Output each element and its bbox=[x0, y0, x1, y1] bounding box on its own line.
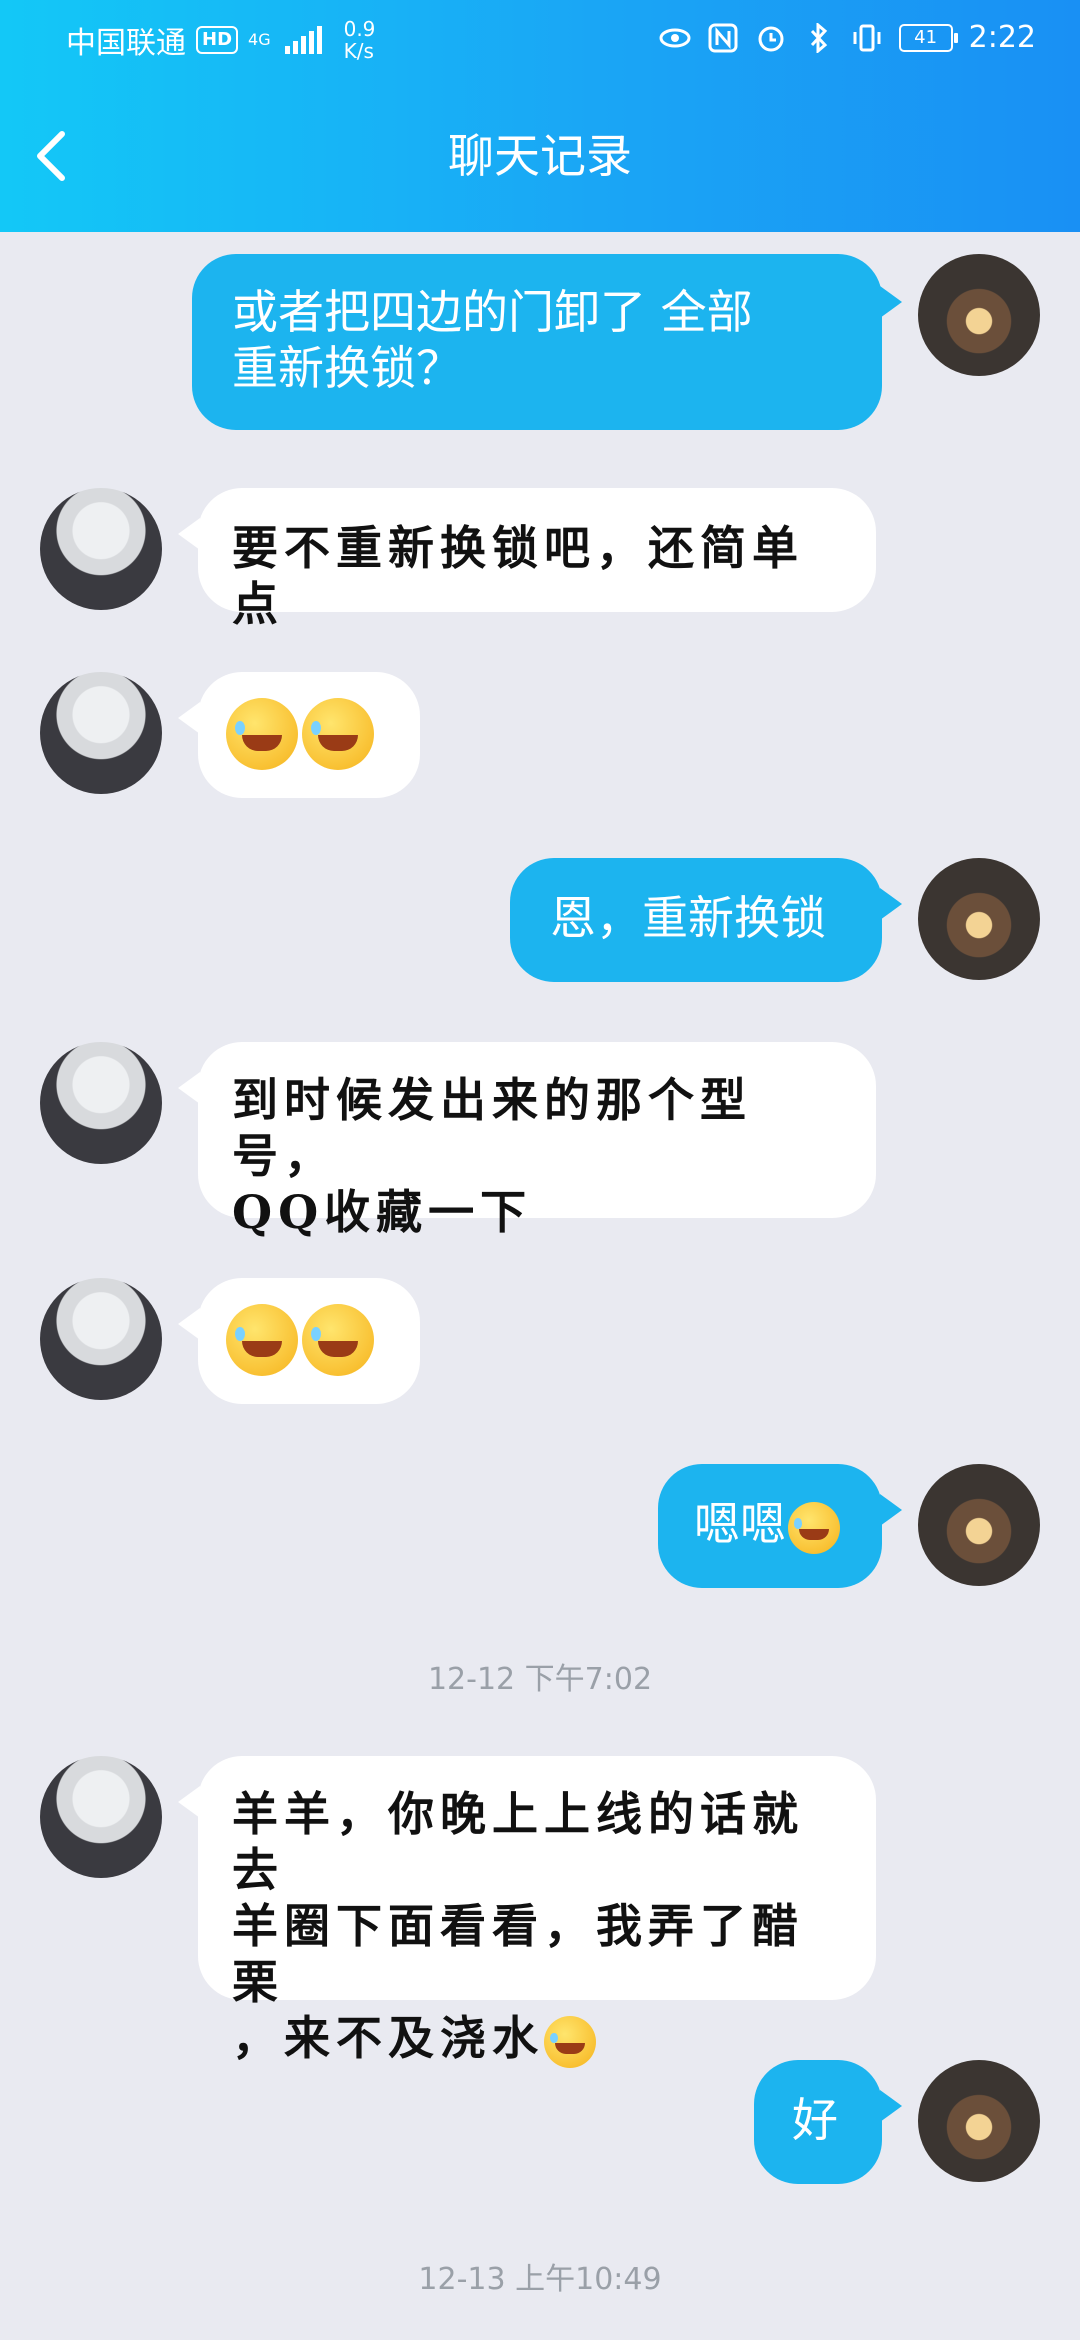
contact-avatar[interactable] bbox=[40, 1042, 162, 1164]
network-label: 4G bbox=[248, 30, 271, 49]
carrier-label: 中国联通 bbox=[66, 26, 186, 61]
facepalm-laugh-emoji bbox=[302, 698, 374, 770]
bubble-tail bbox=[178, 702, 200, 734]
bubble-tail bbox=[178, 1072, 200, 1104]
bubble-tail bbox=[880, 2090, 902, 2122]
message-text: 羊羊，你晚上上线的话就去 bbox=[232, 1787, 804, 1897]
message-text: ，来不及浇水 bbox=[232, 2011, 544, 2065]
battery-icon: 41 bbox=[898, 23, 958, 52]
signal-icon bbox=[284, 26, 322, 54]
message-bubble-received[interactable]: 要不重新换锁吧，还简单点 bbox=[198, 488, 876, 631]
message-text: 到时候发出来的那个型号， bbox=[232, 1073, 752, 1183]
timestamp: 12-13 上午10:49 bbox=[418, 2262, 662, 2297]
bubble-tail bbox=[880, 286, 902, 318]
message-bubble-received[interactable]: 羊羊，你晚上上线的话就去 羊圈下面看看，我弄了醋栗 ，来不及浇水 bbox=[198, 1756, 876, 2068]
message-text: 或者把四边的门卸了 全部 bbox=[232, 285, 753, 339]
hd-badge: HD bbox=[196, 26, 239, 54]
contact-avatar[interactable] bbox=[40, 1756, 162, 1878]
tears-of-joy-emoji bbox=[302, 1304, 374, 1376]
contact-avatar[interactable] bbox=[40, 488, 162, 610]
message-text: 好 bbox=[792, 2093, 838, 2147]
message-bubble-received[interactable] bbox=[198, 672, 420, 798]
message-bubble-received[interactable]: 到时候发出来的那个型号， QQ收藏一下 bbox=[198, 1042, 876, 1239]
my-avatar[interactable] bbox=[918, 254, 1040, 376]
contact-avatar[interactable] bbox=[40, 1278, 162, 1400]
message-text: 嗯嗯 bbox=[694, 1497, 786, 1551]
my-avatar[interactable] bbox=[918, 2060, 1040, 2182]
eye-icon bbox=[659, 22, 691, 54]
my-avatar[interactable] bbox=[918, 1464, 1040, 1586]
contact-avatar[interactable] bbox=[40, 672, 162, 794]
message-text: 要不重新换锁吧，还简单点 bbox=[232, 521, 804, 631]
vibrate-icon bbox=[851, 22, 883, 54]
facepalm-laugh-emoji bbox=[226, 698, 298, 770]
message-bubble-received[interactable] bbox=[198, 1278, 420, 1404]
app-header: 中国联通 HD 4G 0.9 K/s 41 2:22 聊天记录 bbox=[0, 0, 1080, 232]
message-text: 恩，重新换锁 bbox=[550, 891, 826, 945]
my-avatar[interactable] bbox=[918, 858, 1040, 980]
bubble-tail bbox=[880, 1494, 902, 1526]
message-bubble-sent[interactable]: 恩，重新换锁 bbox=[510, 858, 882, 982]
message-bubble-sent[interactable]: 好 bbox=[754, 2060, 882, 2184]
alarm-icon bbox=[755, 22, 787, 54]
bubble-tail bbox=[178, 518, 200, 550]
message-text: 重新换锁？ bbox=[232, 341, 462, 395]
bubble-tail bbox=[880, 888, 902, 920]
facepalm-laugh-emoji bbox=[544, 2016, 596, 2068]
message-text: 羊圈下面看看，我弄了醋栗 bbox=[232, 1899, 804, 2009]
page-title: 聊天记录 bbox=[448, 129, 632, 183]
message-text: QQ收藏一下 bbox=[232, 1185, 533, 1239]
status-bar: 中国联通 HD 4G 0.9 K/s 41 2:22 bbox=[0, 0, 1080, 80]
bubble-tail bbox=[178, 1786, 200, 1818]
message-bubble-sent[interactable]: 嗯嗯 bbox=[658, 1464, 882, 1588]
tears-of-joy-emoji bbox=[788, 1501, 840, 1554]
timestamp: 12-12 下午7:02 bbox=[427, 1662, 653, 1697]
bluetooth-icon bbox=[803, 22, 835, 54]
network-speed: 0.9 K/s bbox=[343, 17, 376, 63]
message-bubble-sent[interactable]: 或者把四边的门卸了 全部 重新换锁？ bbox=[192, 254, 882, 430]
bubble-tail bbox=[178, 1308, 200, 1340]
clock: 2:22 bbox=[968, 20, 1036, 55]
tears-of-joy-emoji bbox=[226, 1304, 298, 1376]
nfc-icon bbox=[707, 22, 739, 54]
